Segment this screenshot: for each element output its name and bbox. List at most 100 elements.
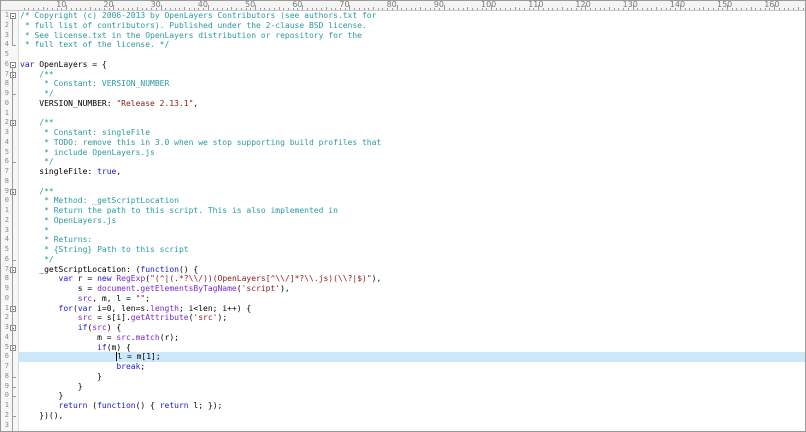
code-line[interactable]: /** [19,70,805,80]
code-line[interactable]: for(var i=0, len=s.length; i<len; i++) { [19,304,805,314]
ruler-tick [689,8,691,10]
code-line[interactable]: return (function() { return l; }); [19,401,805,411]
ruler-tick [656,7,658,10]
ruler-tick [424,8,426,10]
code-line[interactable]: * Method: _getScriptLocation [19,196,805,206]
code-line[interactable]: * full list of contributors). Published … [19,21,805,31]
code-token: var [20,59,35,69]
ruler-tick [594,8,596,10]
code-token: * Method: _getScriptLocation [20,196,179,206]
ruler-tick [273,8,275,10]
code-line[interactable]: if(src) { [19,323,805,333]
code-line[interactable]: src = s[i].getAttribute('src'); [19,313,805,323]
code-line[interactable]: } [19,372,805,382]
code-line[interactable]: * include OpenLayers.js [19,148,805,158]
ruler-tick [47,8,49,10]
code-area[interactable]: /* Copyright (c) 2006-2013 by OpenLayers… [19,11,805,431]
code-line[interactable]: VERSION_NUMBER: "Release 2.13.1", [19,99,805,109]
code-token: "" [135,293,146,303]
fold-toggle-icon[interactable] [10,325,16,331]
code-token: * full text of the license. */ [20,40,170,50]
code-token: () { [178,264,199,274]
code-line[interactable]: break; [19,362,805,372]
fold-toggle-icon[interactable] [10,188,16,195]
code-line[interactable]: * Returns: [19,235,805,245]
fold-toggle-icon[interactable] [10,61,16,68]
line-number: 4 [4,235,9,244]
code-token: * Returns: [20,235,93,245]
code-line[interactable]: * Return the path to this script. This i… [19,206,805,216]
fold-toggle-icon[interactable] [10,344,16,351]
ruler-tick [269,8,271,10]
code-line[interactable] [19,177,805,187]
fold-guide-end [12,259,16,261]
ruler-tick [750,7,752,10]
code-line[interactable]: /* Copyright (c) 2006-2013 by OpenLayers… [19,11,805,21]
code-line[interactable]: src, m, l = ""; [19,293,805,304]
code-line[interactable] [19,109,805,119]
line-number: 1 [4,11,9,19]
fold-toggle-icon[interactable] [10,266,16,273]
code-line[interactable]: _getScriptLocation: (function() { [19,264,805,275]
code-line[interactable]: * OpenLayers.js [19,216,805,226]
code-line[interactable]: * full text of the license. */ [19,40,805,50]
code-line[interactable]: m = src.match(r); [19,332,805,343]
code-line[interactable]: /** [19,118,805,128]
code-line[interactable]: * TODO: remove this in 3.0 when we stop … [19,138,805,148]
line-number: 5 [4,50,9,58]
ruler-label: 100 [481,1,497,9]
ruler-tick [354,8,356,10]
code-line[interactable]: */ [19,89,805,99]
code-line[interactable]: var OpenLayers = { [19,59,805,70]
line-number: 1 [4,401,9,409]
code-line[interactable]: * [19,226,805,236]
ruler-tick [793,8,795,10]
code-line[interactable]: * See license.txt in the OpenLayers dist… [19,31,805,41]
ruler-tick [226,8,228,10]
code-token: , m, l = [92,293,136,303]
code-line[interactable]: */ [19,157,805,167]
current-line[interactable]: l = m[1]; [19,352,805,362]
ruler-tick [401,8,403,10]
fold-toggle-icon[interactable] [10,13,16,19]
ruler-tick [306,8,308,10]
line-number: 0 [4,293,9,302]
code-token: ); [217,313,228,323]
fold-guide-end [12,396,16,398]
fold-toggle-icon[interactable] [10,120,16,127]
code-token: */ [20,157,54,167]
line-number: 0 [4,391,9,400]
ruler-tick [132,8,134,10]
code-line[interactable]: */ [19,255,805,265]
code-line[interactable]: /** [19,187,805,197]
line-number: 3 [4,420,9,429]
code-line[interactable]: * {String} Path to this script [19,245,805,255]
code-line[interactable]: } [19,381,805,392]
code-token: if [77,323,88,332]
ruler-label: 140 [669,1,686,9]
code-token: r = [72,274,98,284]
code-line[interactable]: s = document.getElementsByTagName('scrip… [19,284,805,294]
fold-guide-end [12,376,16,378]
fold-toggle-icon[interactable] [10,71,16,78]
ruler-label: 150 [717,1,733,9]
code-line[interactable]: var r = new RegExp("(^|(.*?\\/))(OpenLay… [19,274,805,284]
code-line[interactable]: })(), [19,411,805,421]
code-token: match [135,332,160,342]
code-line[interactable] [19,421,805,431]
ruler-tick [240,8,242,10]
code-line[interactable]: * Constant: VERSION_NUMBER [19,79,805,89]
code-line[interactable]: if(m) { [19,343,805,353]
line-number: 5 [4,147,9,156]
code-line[interactable]: singleFile: true, [19,167,805,177]
ruler-tick [28,8,30,10]
ruler-tick [783,8,785,10]
fold-toggle-icon[interactable] [10,305,16,312]
code-line[interactable]: } [19,391,805,401]
code-token: } [20,381,83,391]
ruler-tick [514,7,516,10]
code-line[interactable] [19,50,805,60]
code-line[interactable]: * Constant: singleFile [19,128,805,138]
